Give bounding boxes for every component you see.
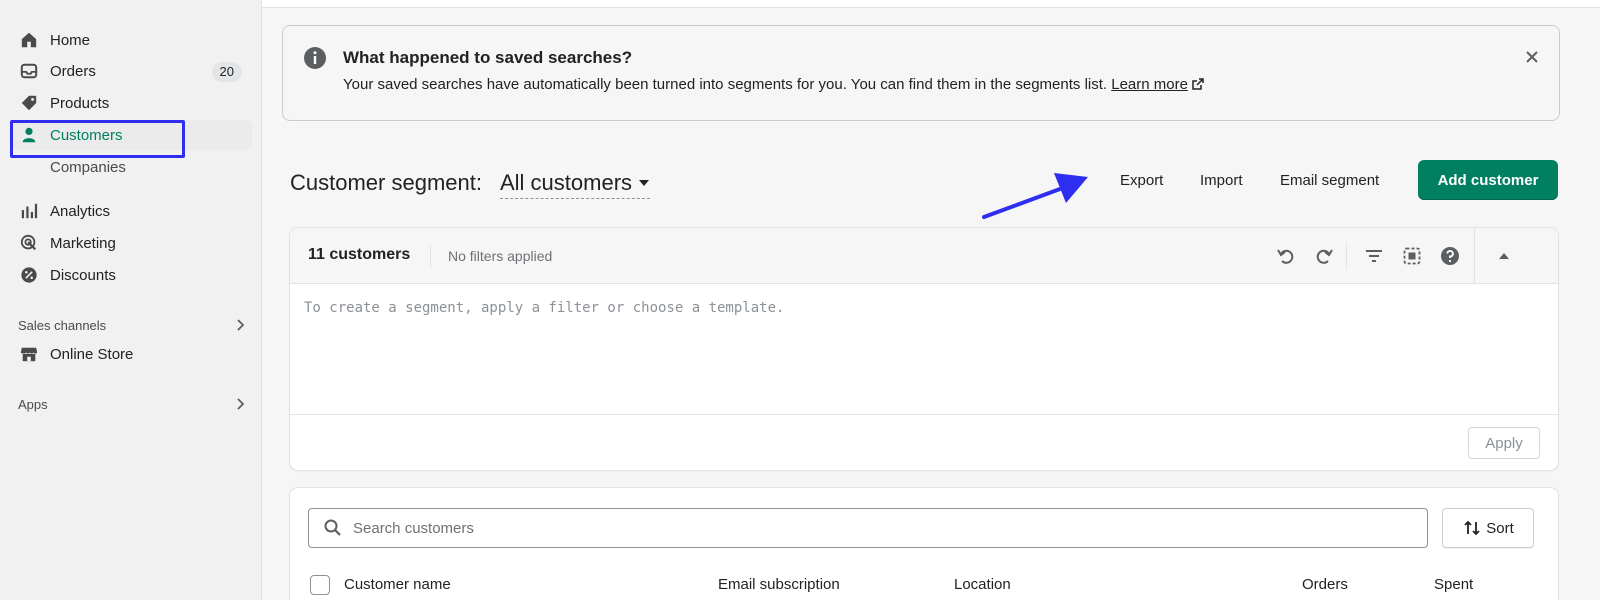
editor-footer: Apply — [290, 414, 1558, 470]
column-header-customer-name[interactable]: Customer name — [344, 576, 451, 593]
search-input[interactable] — [353, 519, 1353, 537]
top-bar — [262, 0, 1600, 8]
page-title: Customer segment: — [290, 170, 482, 195]
divider — [1346, 242, 1347, 270]
sidebar-item-label: Analytics — [50, 202, 111, 220]
segment-selector[interactable]: All customers — [500, 170, 651, 199]
divider — [430, 246, 431, 268]
undo-icon — [1277, 249, 1294, 264]
banner-text: Your saved searches have automatically b… — [343, 76, 1108, 93]
sidebar-item-discounts[interactable]: Discounts — [12, 260, 252, 290]
sidebar-item-label: Companies — [50, 158, 126, 176]
filter-status: No filters applied — [448, 248, 553, 264]
sidebar-item-label: Marketing — [50, 234, 116, 252]
sort-icon — [1464, 520, 1480, 536]
segment-value: All customers — [500, 170, 633, 195]
tag-icon — [20, 94, 38, 112]
info-icon — [304, 47, 326, 69]
select-region-icon — [1403, 247, 1421, 265]
sales-channels-header[interactable]: Sales channels — [18, 315, 248, 335]
sidebar-item-marketing[interactable]: Marketing — [12, 228, 252, 258]
store-icon — [20, 345, 38, 363]
sidebar-item-label: Home — [50, 31, 91, 49]
bar-chart-icon — [20, 202, 38, 220]
templates-button[interactable] — [1400, 244, 1424, 268]
apply-button[interactable]: Apply — [1468, 427, 1540, 459]
chevron-right-icon — [237, 398, 245, 410]
filter-button[interactable] — [1362, 244, 1386, 268]
sidebar-item-label: Products — [50, 94, 110, 112]
column-header-orders[interactable]: Orders — [1302, 576, 1348, 593]
caret-down-icon — [639, 180, 650, 186]
learn-more-link[interactable]: Learn more — [1111, 76, 1188, 93]
column-header-spent[interactable]: Spent — [1434, 576, 1473, 593]
redo-button[interactable] — [1312, 244, 1336, 268]
sidebar-item-customers[interactable]: Customers — [12, 120, 252, 150]
sidebar-item-orders[interactable]: Orders 20 — [12, 56, 252, 86]
customer-list: Sort Customer name Email subscription Lo… — [290, 488, 1558, 600]
search-icon — [324, 519, 341, 536]
column-header-email-subscription[interactable]: Email subscription — [718, 576, 840, 593]
segment-editor: 11 customers No filters applied To creat… — [290, 228, 1558, 470]
inbox-icon — [20, 62, 38, 80]
banner-title: What happened to saved searches? — [343, 48, 633, 67]
sidebar-item-home[interactable]: Home — [12, 25, 252, 55]
person-icon — [20, 126, 38, 144]
help-button[interactable] — [1438, 244, 1462, 268]
sidebar-item-online-store[interactable]: Online Store — [12, 339, 252, 369]
collapse-button[interactable] — [1492, 244, 1516, 268]
chevron-right-icon — [237, 319, 245, 331]
sort-button[interactable]: Sort — [1442, 508, 1534, 548]
segment-query-editor[interactable]: To create a segment, apply a filter or c… — [304, 300, 784, 316]
filter-icon — [1366, 250, 1382, 262]
undo-button[interactable] — [1274, 244, 1298, 268]
question-icon — [1441, 247, 1459, 265]
customer-count: 11 customers — [308, 246, 411, 263]
apps-header[interactable]: Apps — [18, 394, 248, 414]
sidebar-item-companies[interactable]: Companies — [12, 152, 252, 182]
export-button[interactable]: Export — [1120, 172, 1163, 189]
sidebar-item-products[interactable]: Products — [12, 88, 252, 118]
sidebar-item-analytics[interactable]: Analytics — [12, 196, 252, 226]
banner-body: Your saved searches have automatically b… — [343, 76, 1204, 93]
add-customer-button[interactable]: Add customer — [1418, 160, 1558, 200]
sidebar-item-label: Online Store — [50, 345, 134, 363]
discount-icon — [20, 266, 38, 284]
section-label: Sales channels — [18, 317, 107, 333]
orders-count-badge: 20 — [211, 62, 242, 82]
search-field[interactable] — [308, 508, 1428, 548]
caret-up-icon — [1499, 253, 1509, 259]
sidebar: Home Orders 20 Products Customers Compan… — [0, 0, 262, 600]
sidebar-item-label: Discounts — [50, 266, 116, 284]
column-header-location[interactable]: Location — [954, 576, 1011, 593]
target-icon — [20, 234, 38, 252]
sort-label: Sort — [1486, 519, 1514, 537]
sidebar-item-label: Customers — [50, 126, 123, 144]
external-link-icon — [1192, 78, 1204, 90]
sidebar-item-label: Orders — [50, 62, 96, 80]
close-icon[interactable] — [1523, 48, 1541, 66]
section-label: Apps — [18, 396, 48, 412]
import-button[interactable]: Import — [1200, 172, 1243, 189]
redo-icon — [1316, 249, 1333, 264]
editor-toolbar: 11 customers No filters applied — [290, 228, 1558, 284]
select-all-checkbox[interactable] — [310, 575, 330, 595]
home-icon — [20, 31, 38, 49]
divider — [1474, 228, 1475, 284]
email-segment-button[interactable]: Email segment — [1280, 172, 1379, 189]
saved-searches-banner: What happened to saved searches? Your sa… — [282, 25, 1560, 121]
